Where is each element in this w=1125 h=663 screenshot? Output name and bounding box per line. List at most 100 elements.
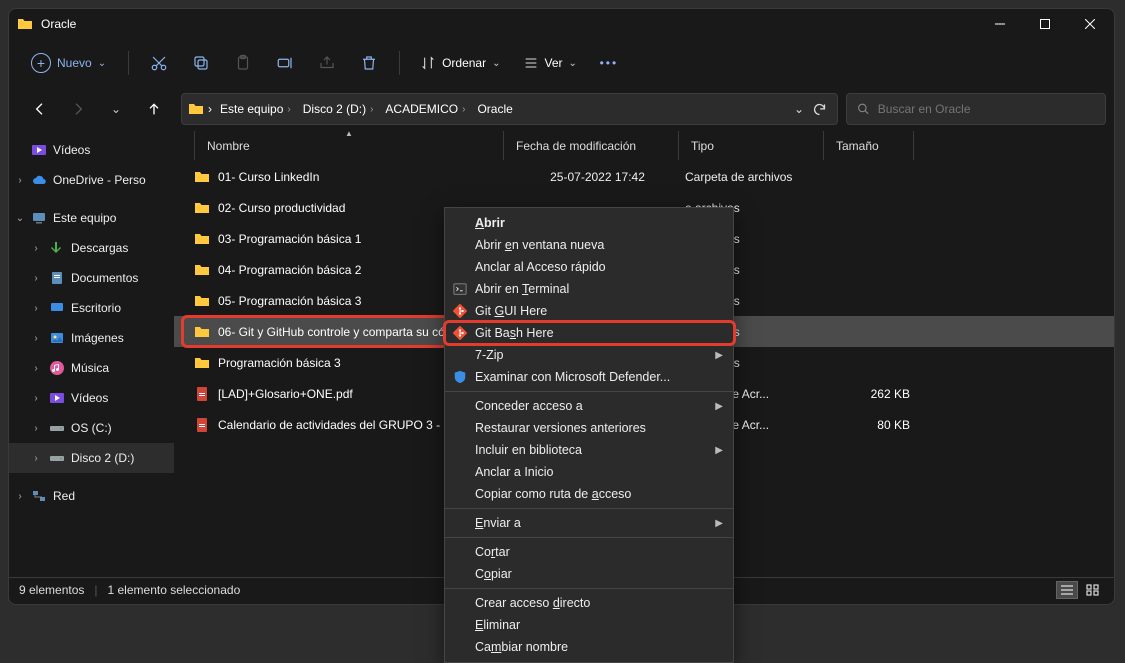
context-menu-item[interactable]: Abrir en ventana nueva bbox=[445, 234, 733, 256]
expand-icon[interactable]: › bbox=[29, 393, 43, 404]
expand-icon[interactable]: › bbox=[29, 273, 43, 284]
menu-label: Restaurar versiones anteriores bbox=[475, 421, 646, 435]
context-menu-item[interactable]: Crear acceso directo bbox=[445, 592, 733, 614]
context-menu-item[interactable]: Restaurar versiones anteriores bbox=[445, 417, 733, 439]
sidebar-item[interactable]: ›Escritorio bbox=[9, 293, 174, 323]
search-input[interactable] bbox=[878, 102, 1095, 116]
chevron-down-icon: ⌄ bbox=[111, 102, 121, 116]
chevron-right-icon: › bbox=[370, 104, 373, 115]
expand-icon[interactable]: › bbox=[29, 453, 43, 464]
copy-button[interactable] bbox=[183, 45, 219, 81]
col-name[interactable]: ▲Nombre bbox=[194, 131, 504, 160]
sidebar-item[interactable]: › Red bbox=[9, 481, 174, 511]
context-menu-item[interactable]: Anclar al Acceso rápido bbox=[445, 256, 733, 278]
sidebar-item[interactable]: ›Disco 2 (D:) bbox=[9, 443, 174, 473]
breadcrumb-segment[interactable]: Disco 2 (D:)› bbox=[299, 100, 378, 118]
menu-label: Conceder acceso a bbox=[475, 399, 583, 413]
breadcrumb-segment[interactable]: Oracle bbox=[473, 100, 516, 118]
expand-icon[interactable]: ⌄ bbox=[13, 213, 27, 224]
view-button[interactable]: Ver ⌄ bbox=[515, 51, 585, 75]
submenu-icon: ▶ bbox=[715, 445, 723, 456]
sidebar-item[interactable]: ⌄Este equipo bbox=[9, 203, 174, 233]
context-menu-item[interactable]: Abrir en Terminal bbox=[445, 278, 733, 300]
back-button[interactable] bbox=[25, 94, 55, 124]
search-bar[interactable] bbox=[846, 93, 1106, 125]
context-menu-item[interactable]: Cortar bbox=[445, 541, 733, 563]
expand-icon[interactable]: › bbox=[13, 491, 27, 502]
sort-button[interactable]: Ordenar ⌄ bbox=[412, 51, 508, 75]
separator bbox=[445, 508, 733, 509]
paste-button[interactable] bbox=[225, 45, 261, 81]
menu-label: Anclar al Acceso rápido bbox=[475, 260, 606, 274]
share-button[interactable] bbox=[309, 45, 345, 81]
breadcrumb-segment[interactable]: Este equipo› bbox=[216, 100, 295, 118]
file-row[interactable]: 01- Curso LinkedIn25-07-2022 17:42Carpet… bbox=[174, 161, 1114, 192]
context-menu-item[interactable]: Eliminar bbox=[445, 614, 733, 636]
menu-label: Copiar bbox=[475, 567, 512, 581]
chevron-down-icon[interactable]: ⌄ bbox=[794, 102, 804, 117]
titlebar[interactable]: Oracle bbox=[9, 9, 1114, 39]
col-type[interactable]: Tipo bbox=[679, 131, 824, 160]
expand-icon[interactable]: › bbox=[29, 333, 43, 344]
close-button[interactable] bbox=[1067, 9, 1112, 39]
new-button[interactable]: + Nuevo ⌄ bbox=[21, 49, 116, 77]
context-menu-item[interactable]: Examinar con Microsoft Defender... bbox=[445, 366, 733, 388]
context-menu-item[interactable]: Conceder acceso a▶ bbox=[445, 395, 733, 417]
sidebar-item[interactable]: ›Descargas bbox=[9, 233, 174, 263]
menu-label: Abrir bbox=[475, 216, 505, 230]
drive-icon bbox=[49, 420, 65, 436]
delete-button[interactable] bbox=[351, 45, 387, 81]
maximize-button[interactable] bbox=[1022, 9, 1067, 39]
more-button[interactable]: ••• bbox=[591, 45, 627, 81]
forward-button[interactable] bbox=[63, 94, 93, 124]
breadcrumb-segment[interactable]: ACADEMICO› bbox=[381, 100, 469, 118]
sidebar-item[interactable]: Vídeos bbox=[9, 135, 174, 165]
sidebar-item[interactable]: ›OneDrive - Perso bbox=[9, 165, 174, 195]
address-bar[interactable]: › Este equipo› Disco 2 (D:)› ACADEMICO› … bbox=[181, 93, 838, 125]
sidebar-item[interactable]: ›Música bbox=[9, 353, 174, 383]
file-name: 02- Curso productividad bbox=[218, 201, 345, 215]
sidebar-item-label: Vídeos bbox=[71, 391, 108, 405]
chevron-right-icon: › bbox=[462, 104, 465, 115]
sidebar-item[interactable]: ›Imágenes bbox=[9, 323, 174, 353]
context-menu-item[interactable]: Git GUI Here bbox=[445, 300, 733, 322]
context-menu-item[interactable]: Copiar como ruta de acceso bbox=[445, 483, 733, 505]
chevron-down-icon: ⌄ bbox=[569, 58, 577, 69]
refresh-button[interactable] bbox=[812, 102, 827, 117]
context-menu-item[interactable]: Abrir bbox=[445, 212, 733, 234]
expand-icon[interactable]: › bbox=[29, 303, 43, 314]
separator bbox=[399, 51, 400, 75]
view-label: Ver bbox=[545, 56, 563, 70]
context-menu-item[interactable]: Git Bash Here bbox=[445, 322, 733, 344]
minimize-button[interactable] bbox=[977, 9, 1022, 39]
details-view-button[interactable] bbox=[1056, 581, 1078, 599]
plus-icon: + bbox=[31, 53, 51, 73]
sidebar-item[interactable]: › Vídeos bbox=[9, 383, 174, 413]
expand-icon[interactable]: › bbox=[29, 363, 43, 374]
submenu-icon: ▶ bbox=[715, 350, 723, 361]
col-date[interactable]: Fecha de modificación bbox=[504, 131, 679, 160]
recent-button[interactable]: ⌄ bbox=[101, 94, 131, 124]
img-icon bbox=[49, 330, 65, 346]
expand-icon[interactable]: › bbox=[29, 243, 43, 254]
file-name: 04- Programación básica 2 bbox=[218, 263, 361, 277]
icons-view-button[interactable] bbox=[1082, 581, 1104, 599]
context-menu-item[interactable]: Cambiar nombre bbox=[445, 636, 733, 658]
shield-icon bbox=[451, 368, 469, 386]
context-menu-item[interactable]: Anclar a Inicio bbox=[445, 461, 733, 483]
sidebar-item[interactable]: ›Documentos bbox=[9, 263, 174, 293]
context-menu-item[interactable]: Incluir en biblioteca▶ bbox=[445, 439, 733, 461]
sidebar-item[interactable]: ›OS (C:) bbox=[9, 413, 174, 443]
rename-button[interactable] bbox=[267, 45, 303, 81]
file-name: 06- Git y GitHub controle y comparta su … bbox=[218, 325, 451, 339]
sidebar-item-label: Red bbox=[53, 489, 75, 503]
context-menu-item[interactable]: 7-Zip▶ bbox=[445, 344, 733, 366]
col-size[interactable]: Tamaño bbox=[824, 131, 914, 160]
expand-icon[interactable]: › bbox=[13, 175, 27, 186]
expand-icon[interactable]: › bbox=[29, 423, 43, 434]
up-button[interactable] bbox=[139, 94, 169, 124]
menu-label: Enviar a bbox=[475, 516, 521, 530]
context-menu-item[interactable]: Enviar a▶ bbox=[445, 512, 733, 534]
cut-button[interactable] bbox=[141, 45, 177, 81]
context-menu-item[interactable]: Copiar bbox=[445, 563, 733, 585]
